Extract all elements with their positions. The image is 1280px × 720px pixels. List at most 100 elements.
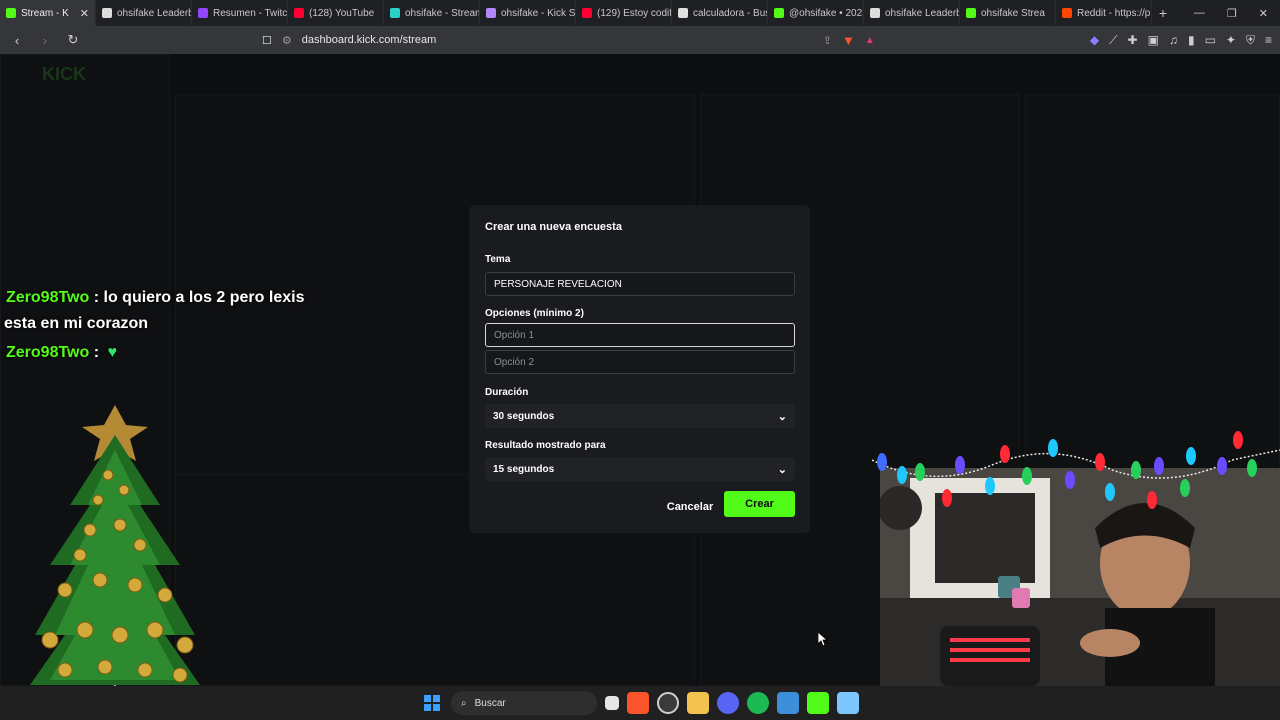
create-poll-modal: Crear una nueva encuesta Tema PERSONAJE … (469, 205, 810, 533)
chevron-down-icon: ⌄ (777, 410, 787, 423)
browser-tab[interactable]: (129) Estoy codifi (576, 0, 672, 26)
ai-icon[interactable]: ✦ (1226, 33, 1236, 48)
music-icon[interactable]: ♫ (1169, 33, 1178, 48)
tab-favicon-icon (294, 8, 304, 18)
tab-favicon-icon (6, 8, 16, 18)
chat-text: : (93, 344, 100, 361)
tab-label: Reddit - https://p (1077, 7, 1151, 19)
extension-icon[interactable]: ◆ (1090, 33, 1099, 48)
topic-value: PERSONAJE REVELACION (494, 278, 622, 290)
tab-label: ohsifake Leaderb (885, 7, 960, 19)
result-duration-select[interactable]: 15 segundos ⌄ (485, 457, 795, 481)
browser-tab[interactable]: ohsifake - Stream (384, 0, 480, 26)
browser-tab[interactable]: calculadora - Bus (672, 0, 768, 26)
overlay-chat-message: esta en mi corazon (4, 315, 148, 333)
tab-favicon-icon (102, 8, 112, 18)
windows-start-icon[interactable] (421, 692, 443, 714)
option-1-input[interactable]: Opción 1 (485, 323, 795, 347)
forward-icon[interactable]: › (36, 33, 54, 48)
browser-tab[interactable]: ohsifake Leaderb (864, 0, 960, 26)
browser-tab[interactable]: Resumen - Twitch (192, 0, 288, 26)
overlay-chat-message: Zero98Two : ♥ (6, 344, 117, 362)
app-icon[interactable] (777, 692, 799, 714)
tab-favicon-icon (774, 8, 784, 18)
tab-label: ohsifake Strea (981, 7, 1045, 19)
topic-label: Tema (485, 254, 511, 265)
window-controls: — ❐ ✕ (1194, 7, 1280, 20)
notepad-icon[interactable] (837, 692, 859, 714)
vpn-icon[interactable]: ⛨ (1246, 33, 1255, 48)
tab-favicon-icon (390, 8, 400, 18)
browser-tab[interactable]: Reddit - https://p (1056, 0, 1152, 26)
tab-label: Stream - K (21, 7, 69, 19)
discord-icon[interactable] (717, 692, 739, 714)
overlay-chat-message: Zero98Two : lo quiero a los 2 pero lexis (6, 289, 304, 307)
taskbar-search-label: Buscar (474, 697, 506, 709)
tab-label: (129) Estoy codifi (597, 7, 672, 19)
file-explorer-icon[interactable] (687, 692, 709, 714)
browser-tab[interactable]: (128) YouTube (288, 0, 384, 26)
site-info-icon[interactable]: ⚙ (282, 34, 292, 47)
chat-text: : lo quiero a los 2 pero lexis (93, 289, 305, 306)
brave-shield-icon[interactable]: ▼ (842, 33, 855, 48)
browser-tab[interactable]: Stream - K ✕ (0, 0, 96, 26)
christmas-tree-image (30, 405, 200, 695)
back-icon[interactable]: ‹ (8, 33, 26, 48)
option-2-input[interactable]: Opción 2 (485, 350, 795, 374)
chat-text: esta en mi corazon (4, 315, 149, 332)
cancel-button[interactable]: Cancelar (665, 494, 715, 520)
tab-favicon-icon (582, 8, 592, 18)
duration-label: Duración (485, 387, 529, 398)
tab-label: @ohsifake • 2023 (789, 7, 864, 19)
url-field[interactable]: ☐ ⚙ dashboard.kick.com/stream ⇪ (102, 30, 832, 50)
obs-icon[interactable] (657, 692, 679, 714)
option-2-placeholder: Opción 2 (494, 356, 535, 368)
screenshot-icon[interactable]: ▣ (1148, 33, 1159, 48)
close-window-icon[interactable]: ✕ (1259, 7, 1268, 20)
create-button[interactable]: Crear (724, 491, 795, 517)
wallet-icon[interactable]: ▭ (1205, 33, 1216, 48)
kick-icon[interactable] (807, 692, 829, 714)
task-view-icon[interactable] (605, 696, 619, 710)
tab-label: ohsifake - Stream (405, 7, 480, 19)
result-label: Resultado mostrado para (485, 440, 606, 451)
tab-label: ohsifake Leaderb (117, 7, 192, 19)
share-icon[interactable]: ⇪ (823, 34, 832, 47)
brave-rewards-icon[interactable]: ▲ (865, 35, 875, 46)
duration-select[interactable]: 30 segundos ⌄ (485, 404, 795, 428)
tab-favicon-icon (870, 8, 880, 18)
minimize-icon[interactable]: — (1194, 7, 1205, 20)
browser-tab[interactable]: ohsifake - Kick St (480, 0, 576, 26)
spotify-icon[interactable] (747, 692, 769, 714)
sidebar-icon[interactable]: ▮ (1188, 33, 1195, 48)
tab-label: calculadora - Bus (693, 7, 768, 19)
duration-value: 30 segundos (493, 410, 555, 422)
chevron-down-icon: ⌄ (777, 463, 787, 476)
topic-input[interactable]: PERSONAJE REVELACION (485, 272, 795, 296)
tab-favicon-icon (678, 8, 688, 18)
maximize-icon[interactable]: ❐ (1227, 7, 1237, 20)
brave-icon[interactable] (627, 692, 649, 714)
christmas-lights-decoration (872, 431, 1280, 509)
reload-icon[interactable]: ↻ (64, 32, 82, 48)
extension-icon[interactable]: ⟋ (1109, 33, 1117, 48)
browser-tab[interactable]: ohsifake Strea (960, 0, 1056, 26)
tab-favicon-icon (966, 8, 976, 18)
taskbar-search[interactable]: ⌕ Buscar (451, 691, 597, 715)
tab-favicon-icon (1062, 8, 1072, 18)
option-1-placeholder: Opción 1 (494, 329, 535, 341)
windows-taskbar: ⌕ Buscar (0, 686, 1280, 720)
browser-tab[interactable]: @ohsifake • 2023 (768, 0, 864, 26)
bookmark-icon[interactable]: ☐ (262, 34, 272, 47)
menu-icon[interactable]: ≡ (1265, 33, 1272, 48)
new-tab-button[interactable]: + (1152, 5, 1174, 21)
tab-label: ohsifake - Kick St (501, 7, 576, 19)
chat-username: Zero98Two (6, 289, 90, 306)
puzzle-icon[interactable]: ✚ (1128, 33, 1138, 48)
address-bar: ‹ › ↻ ☐ ⚙ dashboard.kick.com/stream ⇪ ▼ … (0, 26, 1280, 54)
url-text: dashboard.kick.com/stream (301, 34, 437, 46)
green-heart-icon: ♥ (107, 344, 118, 361)
browser-tab[interactable]: ohsifake Leaderb (96, 0, 192, 26)
close-tab-icon[interactable]: ✕ (80, 7, 89, 20)
options-label: Opciones (mínimo 2) (485, 308, 584, 319)
